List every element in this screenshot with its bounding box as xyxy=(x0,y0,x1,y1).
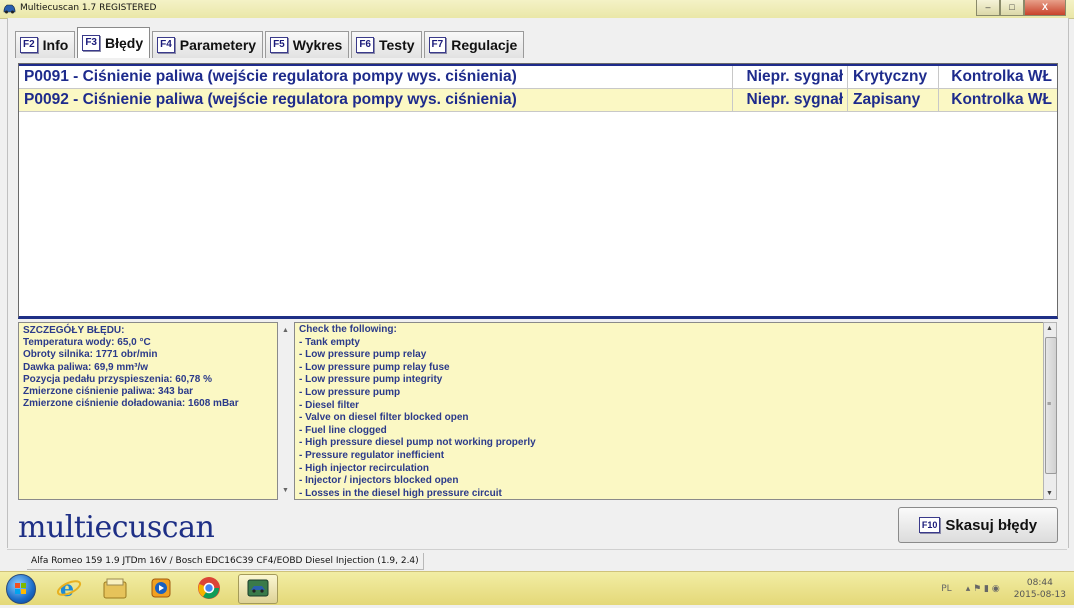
close-button[interactable]: X xyxy=(1024,0,1066,16)
details-scrollbar[interactable]: ▲ ▼ xyxy=(279,323,294,499)
fault-status: Krytyczny xyxy=(848,66,939,88)
checklist-item: - Low pressure pump integrity xyxy=(299,374,443,386)
title-bar: Multiecuscan 1.7 REGISTERED – □ X xyxy=(0,0,1074,19)
tab-parameters[interactable]: F4 Parametery xyxy=(152,31,264,58)
clock-date: 2015-08-13 xyxy=(1013,590,1066,600)
scroll-down-icon[interactable]: ▼ xyxy=(282,485,289,497)
checklist-item: - Fuel line clogged xyxy=(299,424,387,436)
clear-faults-button[interactable]: F10 Skasuj błędy xyxy=(898,507,1058,543)
detail-line: Zmierzone ciśnienie paliwa: 343 bar xyxy=(23,386,194,398)
checklist-item: - Injector / injectors blocked open xyxy=(299,475,459,487)
taskbar: e PL ▴ ⚑ ▮ ◉ 08:44 2015-08-13 xyxy=(0,571,1074,605)
chrome-icon[interactable] xyxy=(190,574,228,602)
windows-logo-icon xyxy=(15,583,26,594)
fault-lamp: Kontrolka WŁ xyxy=(951,91,1052,108)
fkey-badge: F4 xyxy=(157,37,175,53)
fault-row[interactable]: P0092 - Ciśnienie paliwa (wejście regula… xyxy=(19,89,1057,112)
media-player-icon[interactable] xyxy=(142,574,180,602)
fault-list: P0091 - Ciśnienie paliwa (wejście regula… xyxy=(18,63,1058,319)
language-indicator[interactable]: PL xyxy=(941,584,951,594)
checklist-item: - Low pressure pump relay xyxy=(299,349,427,361)
tab-info[interactable]: F2 Info xyxy=(15,31,76,58)
tab-graph[interactable]: F5 Wykres xyxy=(265,31,350,58)
scroll-up-icon[interactable]: ▲ xyxy=(282,325,289,337)
window-controls: – □ X xyxy=(976,0,1066,17)
clock-time: 08:44 xyxy=(1026,578,1053,588)
scroll-down-icon[interactable]: ▼ xyxy=(1046,490,1053,497)
clear-faults-label: Skasuj błędy xyxy=(945,516,1038,534)
tab-tests[interactable]: F6 Testy xyxy=(351,31,422,58)
detail-line: Obroty silnika: 1771 obr/min xyxy=(23,349,158,361)
tab-strip: F2 Info F3 Błędy F4 Parametery F5 Wykres… xyxy=(15,27,526,58)
fault-details-panel[interactable]: SZCZEGÓŁY BŁĘDU: Temperatura wody: 65,0 … xyxy=(18,322,294,500)
fault-signal: Niepr. sygnał xyxy=(733,66,848,88)
tab-label: Wykres xyxy=(292,37,343,53)
fkey-badge: F10 xyxy=(918,517,941,533)
checklist-item: - Pressure regulator inefficient xyxy=(299,449,445,461)
fkey-badge: F5 xyxy=(270,37,288,53)
fkey-badge: F3 xyxy=(82,35,100,51)
checklist-item: - Valve on diesel filter blocked open xyxy=(299,412,469,424)
check-list-panel[interactable]: Check the following: - Tank empty - Low … xyxy=(294,322,1046,500)
checklist-item: - High injector recirculation xyxy=(299,462,430,474)
checklist-item: - High pressure diesel pump not working … xyxy=(299,437,536,449)
vehicle-status: Alfa Romeo 159 1.9 JTDm 16V / Bosch EDC1… xyxy=(27,553,424,570)
tab-label: Testy xyxy=(378,37,415,53)
fkey-badge: F2 xyxy=(20,37,38,53)
checklist-item: - Low pressure pump xyxy=(299,386,401,398)
fault-status: Zapisany xyxy=(848,89,939,111)
multiecuscan-logo: multiecuscan xyxy=(18,510,215,545)
tab-faults[interactable]: F3 Błędy xyxy=(77,27,151,58)
internet-explorer-icon[interactable]: e xyxy=(50,574,88,602)
fault-description: P0092 - Ciśnienie paliwa (wejście regula… xyxy=(19,89,733,111)
app-car-icon xyxy=(3,4,16,14)
minimize-button[interactable]: – xyxy=(976,0,1000,16)
multiecuscan-taskbar-icon[interactable] xyxy=(238,574,278,604)
details-heading: SZCZEGÓŁY BŁĘDU: xyxy=(23,325,125,336)
file-explorer-icon[interactable] xyxy=(96,574,134,602)
system-tray: PL ▴ ⚑ ▮ ◉ 08:44 2015-08-13 xyxy=(941,575,1066,603)
fault-signal: Niepr. sygnał xyxy=(733,89,848,111)
fault-description: P0091 - Ciśnienie paliwa (wejście regula… xyxy=(19,66,733,88)
checklist-item: - Losses in the diesel high pressure cir… xyxy=(299,487,502,499)
status-bar: Alfa Romeo 159 1.9 JTDm 16V / Bosch EDC1… xyxy=(7,549,1067,572)
scroll-up-icon[interactable]: ▲ xyxy=(1046,325,1053,332)
scroll-grip-icon: ≡ xyxy=(1047,401,1052,408)
checklist-item: - Low pressure pump relay fuse xyxy=(299,361,450,373)
window-title: Multiecuscan 1.7 REGISTERED xyxy=(20,3,157,13)
fault-lamp: Kontrolka WŁ xyxy=(951,68,1052,85)
tab-label: Błędy xyxy=(105,35,144,51)
start-button[interactable] xyxy=(6,574,36,604)
fkey-badge: F7 xyxy=(428,37,447,53)
tray-icons[interactable]: ▴ ⚑ ▮ ◉ xyxy=(966,584,1000,594)
detail-line: Temperatura wody: 65,0 °C xyxy=(23,337,151,349)
maximize-button[interactable]: □ xyxy=(1000,0,1024,16)
detail-line: Zmierzone ciśnienie doładowania: 1608 mB… xyxy=(23,398,239,410)
fkey-badge: F6 xyxy=(356,37,374,53)
detail-line: Dawka paliwa: 69,9 mm³/w xyxy=(23,361,149,373)
svg-text:e: e xyxy=(60,576,74,601)
checklist-item: - Tank empty xyxy=(299,336,360,348)
fault-row[interactable]: P0091 - Ciśnienie paliwa (wejście regula… xyxy=(19,64,1057,89)
clock[interactable]: 08:44 2015-08-13 xyxy=(1014,577,1066,601)
tab-adjustments[interactable]: F7 Regulacje xyxy=(423,31,525,58)
detail-line: Pozycja pedału przyspieszenia: 60,78 % xyxy=(23,373,212,385)
app-window: F2 Info F3 Błędy F4 Parametery F5 Wykres… xyxy=(7,18,1069,548)
tab-label: Parametery xyxy=(179,37,257,53)
checklist-item: - Diesel filter xyxy=(299,399,360,411)
checklist-heading: Check the following: xyxy=(299,324,397,335)
tab-label: Regulacje xyxy=(451,37,518,53)
tab-label: Info xyxy=(42,37,69,53)
checklist-scrollbar[interactable]: ▲ ≡ ▼ xyxy=(1043,322,1057,500)
